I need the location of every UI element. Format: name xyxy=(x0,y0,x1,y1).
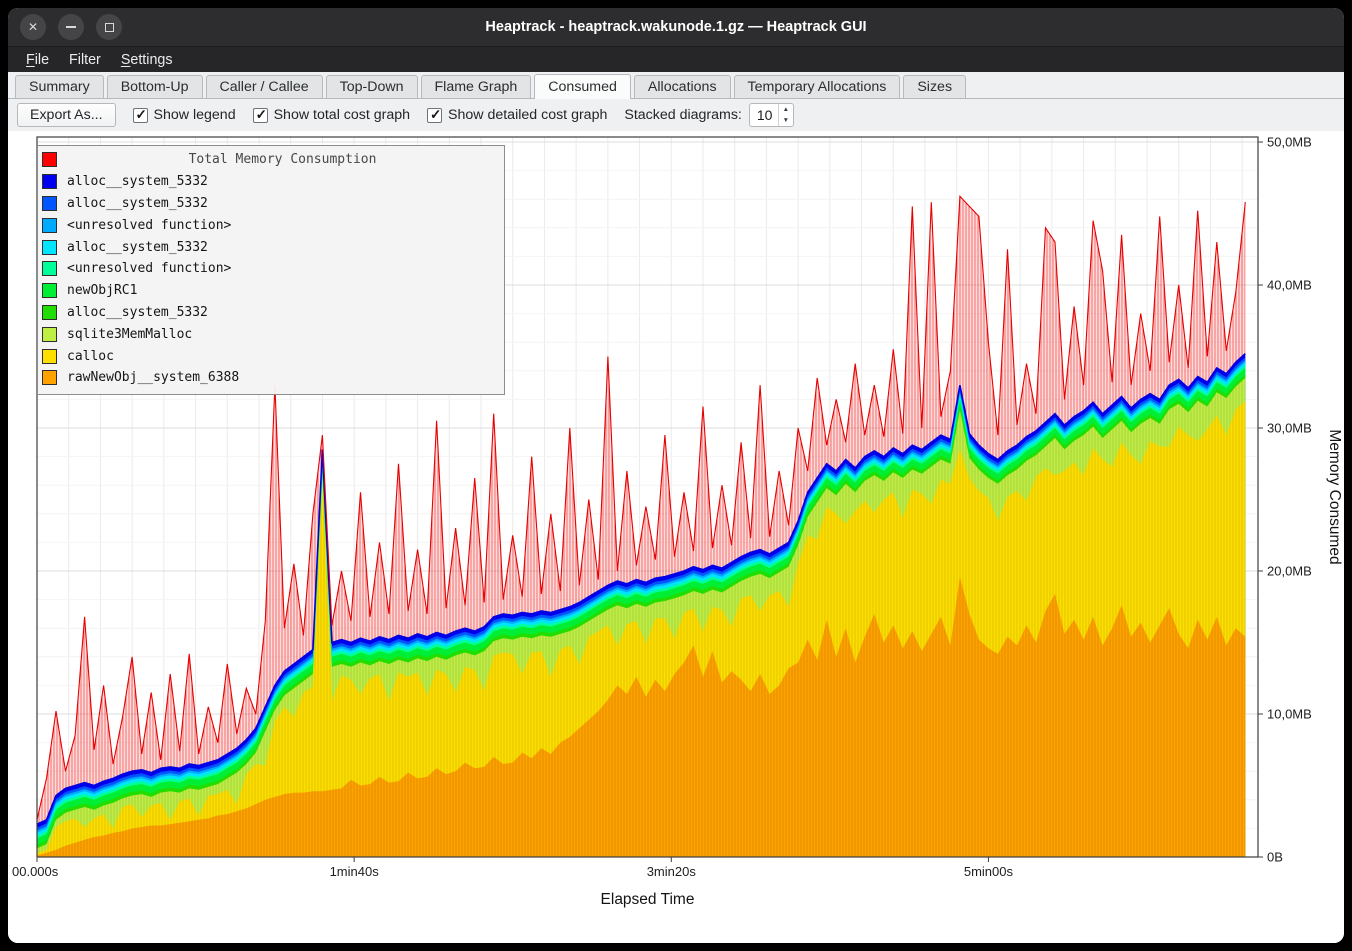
legend-label: calloc xyxy=(67,349,114,364)
svg-text:40,0MB: 40,0MB xyxy=(1267,278,1312,293)
spin-up-icon[interactable]: ▲ xyxy=(779,104,793,115)
legend-swatch-icon xyxy=(42,370,57,385)
legend-swatch-icon xyxy=(42,218,57,233)
toolbar: Export As... Show legend Show total cost … xyxy=(8,99,1344,131)
chart-area: 0B 10,0MB 20,0MB 30,0MB 40,0MB 50,0MB 00.000s 1… xyxy=(8,131,1344,943)
legend-item: <unresolved function> xyxy=(42,214,498,236)
legend-item: alloc__system_5332 xyxy=(42,193,498,215)
checkbox-show-detailed-cost-graph[interactable]: Show detailed cost graph xyxy=(427,107,607,123)
legend-swatch-icon xyxy=(42,261,57,276)
tab-caller-callee[interactable]: Caller / Callee xyxy=(206,75,323,98)
export-as-button[interactable]: Export As... xyxy=(17,103,116,127)
tab-bar: SummaryBottom-UpCaller / CalleeTop-DownF… xyxy=(8,72,1344,99)
legend-label: alloc__system_5332 xyxy=(67,196,208,211)
svg-text:30,0MB: 30,0MB xyxy=(1267,421,1312,436)
legend-label: alloc__system_5332 xyxy=(67,174,208,189)
legend-swatch-icon xyxy=(42,327,57,342)
tab-bottom-up[interactable]: Bottom-Up xyxy=(107,75,203,98)
menu-filter[interactable]: Filter xyxy=(59,50,111,70)
legend-item: calloc xyxy=(42,345,498,367)
maximize-button[interactable] xyxy=(96,14,122,40)
checkbox-show-legend[interactable]: Show legend xyxy=(133,107,236,123)
menu-settings[interactable]: Settings xyxy=(111,50,183,70)
tab-summary[interactable]: Summary xyxy=(15,75,104,98)
toolbar-checkboxes: Show legend Show total cost graph Show det… xyxy=(133,107,608,123)
minimize-button[interactable] xyxy=(58,14,84,40)
legend-swatch-icon xyxy=(42,196,57,211)
tab-allocations[interactable]: Allocations xyxy=(634,75,731,98)
checkbox-label: Show legend xyxy=(154,107,236,123)
svg-text:3min20s: 3min20s xyxy=(647,864,697,879)
legend-label: sqlite3MemMalloc xyxy=(67,327,192,342)
legend-label: Total Memory Consumption xyxy=(67,152,498,167)
legend-swatch-icon xyxy=(42,174,57,189)
menu-file[interactable]: File xyxy=(16,50,59,70)
spin-down-icon[interactable]: ▼ xyxy=(779,115,793,126)
window-title: Heaptrack - heaptrack.wakunode.1.gz — He… xyxy=(8,8,1344,46)
tab-flame-graph[interactable]: Flame Graph xyxy=(421,75,532,98)
spinbox-buttons: ▲ ▼ xyxy=(778,104,793,126)
legend-item: rawNewObj__system_6388 xyxy=(42,367,498,389)
legend-swatch-icon xyxy=(42,305,57,320)
legend-title-row: Total Memory Consumption xyxy=(42,149,498,171)
tab-sizes[interactable]: Sizes xyxy=(903,75,966,98)
svg-text:Memory Consumed: Memory Consumed xyxy=(1326,429,1343,564)
chart-legend: Total Memory Consumption alloc__system_53… xyxy=(37,145,505,395)
legend-item: alloc__system_5332 xyxy=(42,236,498,258)
svg-text:20,0MB: 20,0MB xyxy=(1267,564,1312,579)
svg-text:0B: 0B xyxy=(1267,850,1283,865)
checkbox-icon xyxy=(427,108,442,123)
legend-label: rawNewObj__system_6388 xyxy=(67,370,239,385)
stacked-diagrams-label: Stacked diagrams: xyxy=(624,107,742,123)
legend-swatch-icon xyxy=(42,349,57,364)
legend-label: alloc__system_5332 xyxy=(67,305,208,320)
tab-temporary-allocations[interactable]: Temporary Allocations xyxy=(734,75,901,98)
window-controls: ✕ xyxy=(20,14,122,40)
stacked-diagrams-value: 10 xyxy=(750,104,778,126)
legend-item: <unresolved function> xyxy=(42,258,498,280)
stacked-diagrams-spinbox[interactable]: 10 ▲ ▼ xyxy=(749,103,794,127)
legend-swatch-icon xyxy=(42,283,57,298)
legend-label: alloc__system_5332 xyxy=(67,240,208,255)
checkbox-label: Show total cost graph xyxy=(274,107,410,123)
titlebar: ✕ Heaptrack - heaptrack.wakunode.1.gz — … xyxy=(8,8,1344,46)
checkbox-icon xyxy=(253,108,268,123)
legend-item: alloc__system_5332 xyxy=(42,302,498,324)
legend-item: sqlite3MemMalloc xyxy=(42,323,498,345)
tab-consumed[interactable]: Consumed xyxy=(534,74,631,99)
maximize-icon xyxy=(105,23,114,32)
svg-text:10,0MB: 10,0MB xyxy=(1267,707,1312,722)
legend-swatch-icon xyxy=(42,152,57,167)
svg-text:1min40s: 1min40s xyxy=(330,864,380,879)
svg-text:00.000s: 00.000s xyxy=(12,864,59,879)
svg-text:50,0MB: 50,0MB xyxy=(1267,135,1312,150)
legend-swatch-icon xyxy=(42,240,57,255)
legend-item: alloc__system_5332 xyxy=(42,171,498,193)
checkbox-icon xyxy=(133,108,148,123)
app-window: ✕ Heaptrack - heaptrack.wakunode.1.gz — … xyxy=(8,8,1344,943)
legend-label: <unresolved function> xyxy=(67,218,231,233)
screen: ✕ Heaptrack - heaptrack.wakunode.1.gz — … xyxy=(0,0,1352,951)
checkbox-label: Show detailed cost graph xyxy=(448,107,607,123)
close-icon: ✕ xyxy=(28,21,38,33)
stacked-diagrams-group: Stacked diagrams: 10 ▲ ▼ xyxy=(624,103,794,127)
svg-text:Elapsed Time: Elapsed Time xyxy=(601,891,695,908)
svg-text:5min00s: 5min00s xyxy=(964,864,1014,879)
checkbox-show-total-cost-graph[interactable]: Show total cost graph xyxy=(253,107,410,123)
legend-label: <unresolved function> xyxy=(67,261,231,276)
minimize-icon xyxy=(66,26,76,28)
legend-item: newObjRC1 xyxy=(42,280,498,302)
close-button[interactable]: ✕ xyxy=(20,14,46,40)
legend-label: newObjRC1 xyxy=(67,283,137,298)
tab-top-down[interactable]: Top-Down xyxy=(326,75,418,98)
menubar: FileFilterSettings xyxy=(8,46,1344,72)
